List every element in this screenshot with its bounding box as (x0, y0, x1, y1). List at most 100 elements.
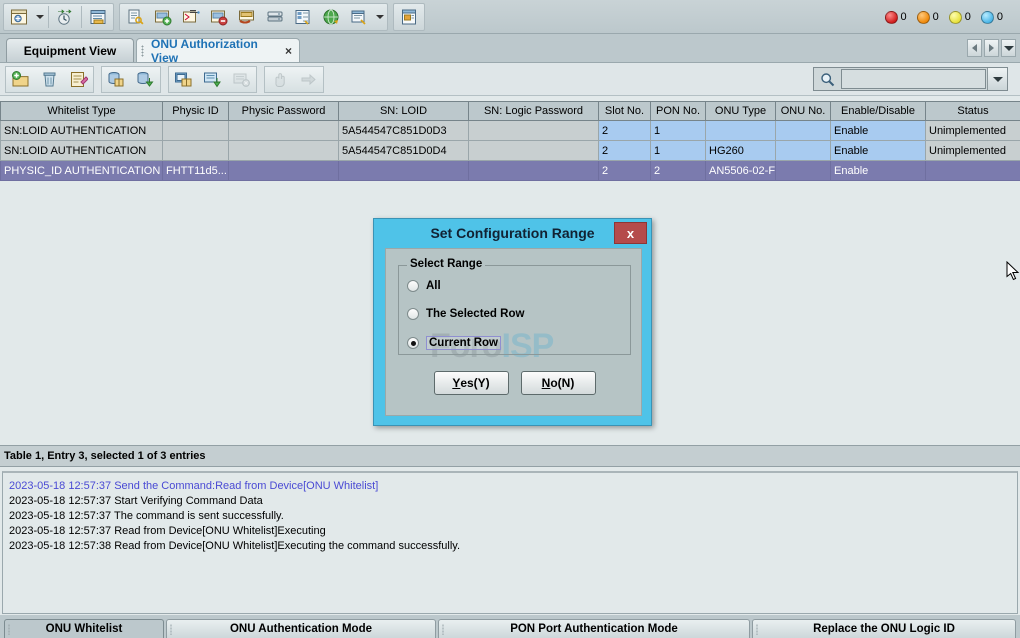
next-tab-button[interactable] (984, 39, 999, 57)
no-button[interactable]: No(N) (521, 371, 596, 395)
bottom-tab-onu-whitelist[interactable]: ONU Whitelist (4, 619, 164, 638)
radio-option-the-selected-row[interactable]: The Selected Row (407, 308, 524, 320)
cell-sn-logic-password[interactable] (469, 141, 599, 161)
column-header-enable-disable[interactable]: Enable/Disable (831, 102, 926, 121)
cell-status[interactable] (926, 161, 1020, 181)
search-input[interactable] (841, 69, 986, 89)
column-header-whitelist-type[interactable]: Whitelist Type (1, 102, 163, 121)
tab-equipment-view[interactable]: Equipment View (6, 38, 134, 62)
cell-whitelist-type[interactable]: SN:LOID AUTHENTICATION (1, 121, 163, 141)
device-remove-icon[interactable] (205, 4, 233, 30)
topology-icon[interactable] (177, 4, 205, 30)
search-box (813, 67, 1008, 91)
cell-physic-password[interactable] (229, 141, 339, 161)
cell-whitelist-type[interactable]: PHYSIC_ID AUTHENTICATION (1, 161, 163, 181)
minor-alarm-led[interactable] (949, 11, 962, 24)
cell-pon-no[interactable]: 1 (651, 141, 706, 161)
cell-sn-loid[interactable]: 5A544547C851D0D3 (339, 121, 469, 141)
cell-onu-type[interactable] (706, 121, 776, 141)
column-header-onu-no[interactable]: ONU No. (776, 102, 831, 121)
report-dropdown-icon[interactable] (373, 4, 386, 30)
column-header-sn-loid[interactable]: SN: LOID (339, 102, 469, 121)
column-header-slot-no[interactable]: Slot No. (599, 102, 651, 121)
cell-sn-loid[interactable]: 5A544547C851D0D4 (339, 141, 469, 161)
cell-enable-disable[interactable]: Enable (831, 141, 926, 161)
bottom-tab-pon-port-authentication-mode[interactable]: PON Port Authentication Mode (438, 619, 750, 638)
cell-physic-id[interactable] (163, 141, 229, 161)
print-preview-icon[interactable] (395, 4, 423, 30)
report-icon[interactable] (345, 4, 373, 30)
device-manager-icon[interactable] (5, 4, 33, 30)
cell-pon-no[interactable]: 1 (651, 121, 706, 141)
device-manager-dropdown-icon[interactable] (33, 4, 46, 30)
critical-alarm-led[interactable] (885, 11, 898, 24)
cell-pon-no[interactable]: 2 (651, 161, 706, 181)
cell-physic-id[interactable]: FHTT11d5... (163, 161, 229, 181)
cell-slot-no[interactable]: 2 (599, 141, 651, 161)
table-status-line: Table 1, Entry 3, selected 1 of 3 entrie… (0, 445, 1020, 467)
search-icon[interactable] (814, 68, 840, 90)
cell-status[interactable]: Unimplemented (926, 141, 1020, 161)
edit-whitelist-icon[interactable] (64, 67, 93, 92)
cell-physic-password[interactable] (229, 161, 339, 181)
radio-option-current-row[interactable]: Current Row (407, 336, 501, 350)
close-icon[interactable]: x (614, 222, 647, 244)
column-header-pon-no[interactable]: PON No. (651, 102, 706, 121)
cell-slot-no[interactable]: 2 (599, 161, 651, 181)
column-header-physic-password[interactable]: Physic Password (229, 102, 339, 121)
load-from-db-icon[interactable] (102, 67, 131, 92)
cell-physic-id[interactable] (163, 121, 229, 141)
log-line: 2023-05-18 12:57:37 Start Verifying Comm… (9, 494, 1013, 509)
bottom-tab-replace-onu-logic-id[interactable]: Replace the ONU Logic ID (752, 619, 1016, 638)
radio-current-row-icon[interactable] (407, 337, 419, 349)
column-header-onu-type[interactable]: ONU Type (706, 102, 776, 121)
major-alarm-led[interactable] (917, 11, 930, 24)
close-icon[interactable]: × (285, 44, 292, 58)
search-dropdown-icon[interactable] (987, 68, 1007, 90)
card-manager-icon[interactable] (289, 4, 317, 30)
write-to-device-icon[interactable] (198, 67, 227, 92)
cell-enable-disable[interactable]: Enable (831, 121, 926, 141)
column-header-status[interactable]: Status (926, 102, 1020, 121)
table-row[interactable]: SN:LOID AUTHENTICATION 5A544547C851D0D4 … (1, 141, 1020, 161)
warning-alarm-led[interactable] (981, 11, 994, 24)
cell-onu-type[interactable]: AN5506-02-F (706, 161, 776, 181)
cell-sn-logic-password[interactable] (469, 121, 599, 141)
cell-onu-no[interactable] (776, 121, 831, 141)
prev-tab-button[interactable] (967, 39, 982, 57)
yes-button[interactable]: Yes(Y) (434, 371, 509, 395)
onu-list-icon[interactable] (84, 4, 112, 30)
cell-status[interactable]: Unimplemented (926, 121, 1020, 141)
save-to-db-icon[interactable] (131, 67, 160, 92)
delete-whitelist-icon[interactable] (35, 67, 64, 92)
log-panel[interactable]: 2023-05-18 12:57:37 Send the Command:Rea… (2, 471, 1018, 614)
column-header-sn-logic-password[interactable]: SN: Logic Password (469, 102, 599, 121)
cell-onu-no[interactable] (776, 161, 831, 181)
cell-slot-no[interactable]: 2 (599, 121, 651, 141)
tab-onu-authorization-view[interactable]: ONU Authorization View × (136, 38, 300, 62)
cell-enable-disable[interactable]: Enable (831, 161, 926, 181)
device-add-icon[interactable] (149, 4, 177, 30)
cell-sn-logic-password[interactable] (469, 161, 599, 181)
toolbar-divider (48, 6, 49, 28)
permission-key-icon[interactable] (121, 4, 149, 30)
cell-onu-no[interactable] (776, 141, 831, 161)
table-row[interactable]: SN:LOID AUTHENTICATION 5A544547C851D0D3 … (1, 121, 1020, 141)
cell-whitelist-type[interactable]: SN:LOID AUTHENTICATION (1, 141, 163, 161)
rack-icon[interactable] (261, 4, 289, 30)
cell-physic-password[interactable] (229, 121, 339, 141)
device-config-icon[interactable] (233, 4, 261, 30)
read-from-device-icon[interactable] (169, 67, 198, 92)
cell-sn-loid[interactable] (339, 161, 469, 181)
radio-option-all[interactable]: All (407, 280, 441, 292)
global-refresh-icon[interactable] (317, 4, 345, 30)
radio-the-selected-row-icon[interactable] (407, 308, 419, 320)
timer-task-icon[interactable] (51, 4, 79, 30)
cell-onu-type[interactable]: HG260 (706, 141, 776, 161)
tab-list-button[interactable] (1001, 39, 1016, 57)
bottom-tab-onu-authentication-mode[interactable]: ONU Authentication Mode (166, 619, 436, 638)
column-header-physic-id[interactable]: Physic ID (163, 102, 229, 121)
add-whitelist-icon[interactable] (6, 67, 35, 92)
radio-all-icon[interactable] (407, 280, 419, 292)
table-row[interactable]: PHYSIC_ID AUTHENTICATION FHTT11d5... 2 2… (1, 161, 1020, 181)
